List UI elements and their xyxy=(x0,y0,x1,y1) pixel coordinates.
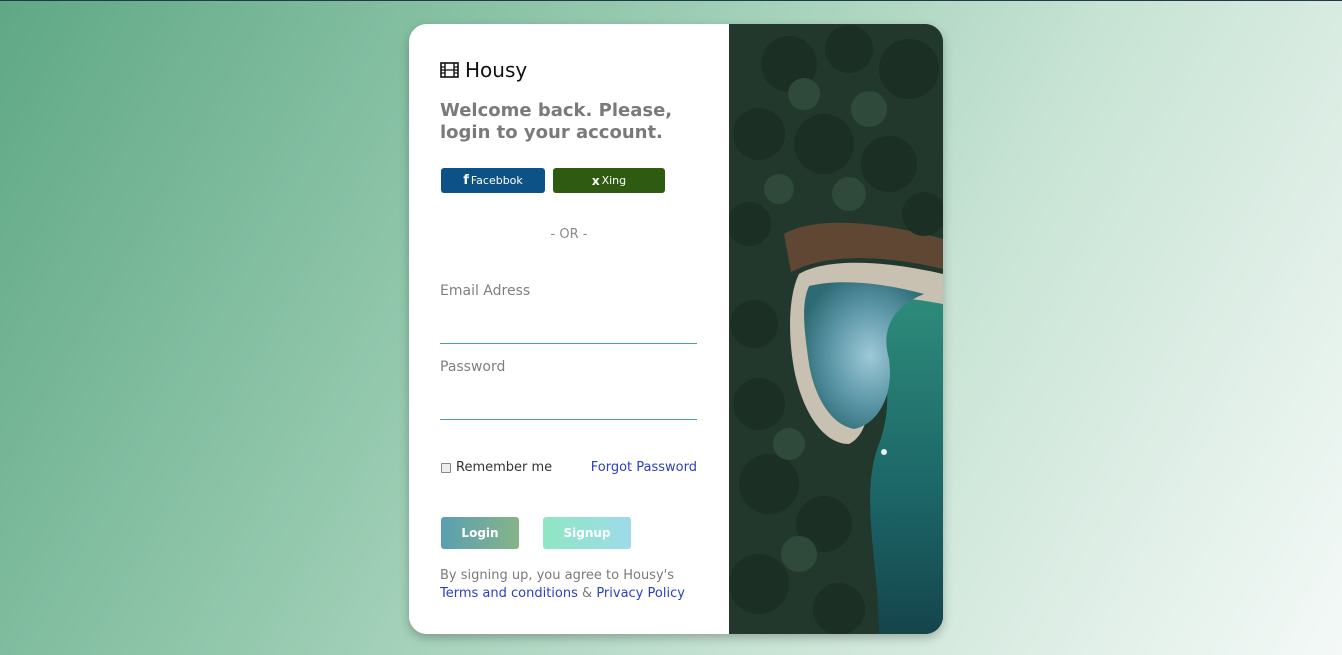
remember-label: Remember me xyxy=(456,460,553,475)
xing-button[interactable]: x Xing xyxy=(553,168,665,193)
brand: Housy xyxy=(440,58,527,82)
email-field[interactable] xyxy=(440,320,697,342)
signup-button[interactable]: Signup xyxy=(543,517,631,549)
brand-name: Housy xyxy=(465,58,528,82)
terms-text: By signing up, you agree to Housy's Term… xyxy=(440,567,710,603)
top-border xyxy=(0,0,1342,1)
facebook-icon: f xyxy=(463,173,469,188)
facebook-label: Facebbok xyxy=(470,174,523,187)
film-icon xyxy=(440,62,459,78)
email-label: Email Adress xyxy=(440,283,531,299)
remember-checkbox[interactable] xyxy=(441,462,451,473)
forgot-password-link[interactable]: Forgot Password xyxy=(591,460,697,475)
login-card: Housy Welcome back. Please, login to you… xyxy=(409,24,943,634)
facebook-button[interactable]: f Facebbok xyxy=(441,168,545,193)
login-panel: Housy Welcome back. Please, login to you… xyxy=(409,24,729,634)
password-label: Password xyxy=(440,359,506,375)
welcome-heading: Welcome back. Please, login to your acco… xyxy=(440,100,673,143)
xing-label: Xing xyxy=(601,174,627,187)
email-underline xyxy=(440,343,697,344)
password-underline xyxy=(440,419,697,420)
login-button[interactable]: Login xyxy=(441,517,519,549)
terms-link[interactable]: Terms and conditions xyxy=(440,586,578,601)
terms-amp: & xyxy=(582,586,593,601)
aerial-forest-lake-image xyxy=(729,24,943,634)
password-field[interactable] xyxy=(440,396,697,418)
forest-lake-illustration xyxy=(729,24,943,634)
or-divider: - OR - xyxy=(550,227,588,242)
remember-me[interactable]: Remember me xyxy=(441,460,552,475)
terms-prefix: By signing up, you agree to Housy's xyxy=(440,568,674,583)
xing-icon: x xyxy=(591,173,600,188)
privacy-link[interactable]: Privacy Policy xyxy=(596,586,685,601)
